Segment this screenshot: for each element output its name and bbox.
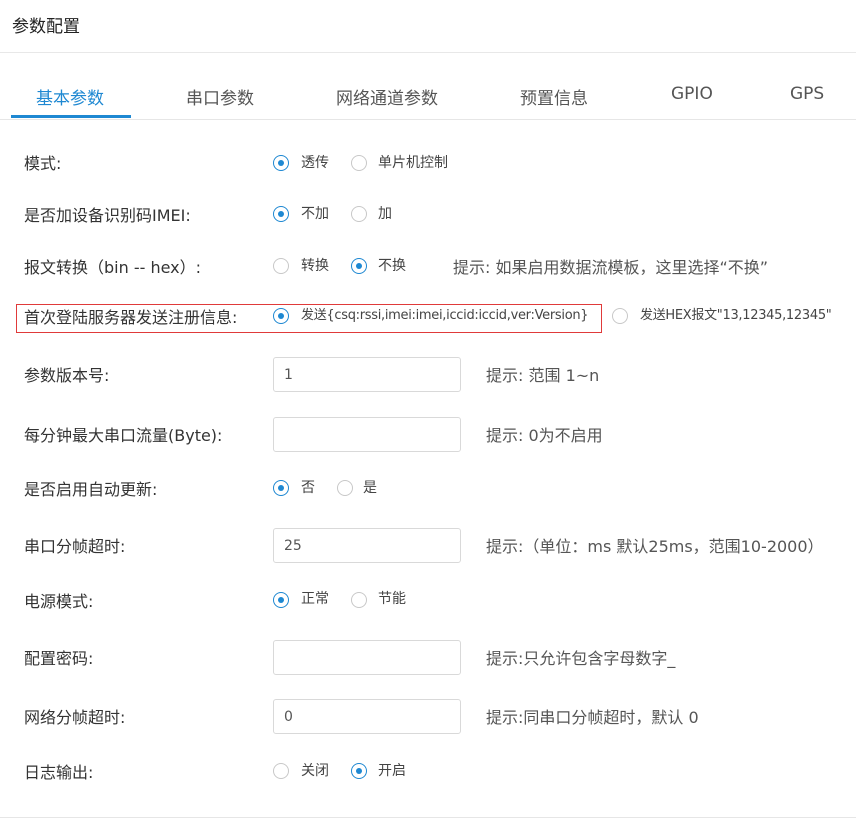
tab-gpio[interactable]: GPIO <box>671 84 713 104</box>
register-label: 首次登陆服务器发送注册信息: <box>24 308 238 327</box>
imei-no-label[interactable]: 不加 <box>301 205 329 223</box>
log-off-label[interactable]: 关闭 <box>301 762 329 780</box>
title-divider <box>0 52 856 53</box>
mode-row: 模式: 透传 单片机控制 <box>0 146 856 182</box>
net-timeout-row: 网络分帧超时: 提示:同串口分帧超时，默认 0 <box>0 699 856 735</box>
flow-input[interactable] <box>273 417 461 452</box>
imei-label: 是否加设备识别码IMEI: <box>24 206 191 225</box>
password-label: 配置密码: <box>24 649 94 668</box>
tabs-divider <box>0 119 856 120</box>
power-saving-label[interactable]: 节能 <box>378 590 406 608</box>
log-off-radio[interactable] <box>273 763 289 779</box>
password-input[interactable] <box>273 640 461 675</box>
log-label: 日志输出: <box>24 763 94 782</box>
net-timeout-label: 网络分帧超时: <box>24 708 126 727</box>
log-row: 日志输出: 关闭 开启 <box>0 755 856 791</box>
power-row: 电源模式: 正常 节能 <box>0 584 856 620</box>
tab-basic-params[interactable]: 基本参数 <box>36 84 104 109</box>
power-label: 电源模式: <box>24 592 94 611</box>
version-label: 参数版本号: <box>24 366 110 385</box>
mode-passthrough-label[interactable]: 透传 <box>301 154 329 172</box>
mode-mcu-radio[interactable] <box>351 155 367 171</box>
active-tab-indicator <box>11 115 131 118</box>
bottom-divider <box>0 817 856 818</box>
convert-label: 报文转换（bin -- hex）: <box>24 258 202 277</box>
imei-no-radio[interactable] <box>273 206 289 222</box>
flow-row: 每分钟最大串口流量(Byte): 提示: 0为不启用 <box>0 417 856 453</box>
power-normal-radio[interactable] <box>273 592 289 608</box>
flow-label: 每分钟最大串口流量(Byte): <box>24 426 223 445</box>
tab-gps[interactable]: GPS <box>790 84 824 104</box>
autoupdate-yes-label[interactable]: 是 <box>363 479 377 497</box>
mode-passthrough-radio[interactable] <box>273 155 289 171</box>
uart-timeout-row: 串口分帧超时: 提示:（单位：ms 默认25ms，范围10-2000） <box>0 528 856 564</box>
imei-row: 是否加设备识别码IMEI: 不加 加 <box>0 197 856 233</box>
uart-timeout-input[interactable] <box>273 528 461 563</box>
register-row: 首次登陆服务器发送注册信息: 发送{csq:rssi,imei:imei,icc… <box>0 300 856 336</box>
tab-bar: 基本参数 串口参数 网络通道参数 预置信息 GPIO GPS <box>0 84 856 119</box>
autoupdate-label: 是否启用自动更新: <box>24 480 158 499</box>
autoupdate-row: 是否启用自动更新: 否 是 <box>0 471 856 507</box>
autoupdate-no-label[interactable]: 否 <box>301 479 315 497</box>
uart-timeout-hint: 提示:（单位：ms 默认25ms，范围10-2000） <box>486 537 824 556</box>
page-title: 参数配置 <box>12 17 80 37</box>
register-send-json-radio[interactable] <box>273 308 289 324</box>
convert-yes-label[interactable]: 转换 <box>301 257 329 275</box>
convert-hint: 提示: 如果启用数据流模板，这里选择“不换” <box>453 258 769 277</box>
flow-hint: 提示: 0为不启用 <box>486 426 603 445</box>
power-saving-radio[interactable] <box>351 592 367 608</box>
net-timeout-hint: 提示:同串口分帧超时，默认 0 <box>486 708 699 727</box>
autoupdate-no-radio[interactable] <box>273 480 289 496</box>
tab-preset-info[interactable]: 预置信息 <box>520 84 588 109</box>
convert-yes-radio[interactable] <box>273 258 289 274</box>
register-send-hex-radio[interactable] <box>612 308 628 324</box>
version-row: 参数版本号: 提示: 范围 1~n <box>0 357 856 393</box>
power-normal-label[interactable]: 正常 <box>301 590 329 608</box>
net-timeout-input[interactable] <box>273 699 461 734</box>
register-send-json-label[interactable]: 发送{csq:rssi,imei:imei,iccid:iccid,ver:Ve… <box>301 307 589 325</box>
convert-row: 报文转换（bin -- hex）: 转换 不换 提示: 如果启用数据流模板，这里… <box>0 250 856 286</box>
uart-timeout-label: 串口分帧超时: <box>24 537 126 556</box>
version-input[interactable] <box>273 357 461 392</box>
log-on-radio[interactable] <box>351 763 367 779</box>
mode-mcu-label[interactable]: 单片机控制 <box>378 154 448 172</box>
convert-no-radio[interactable] <box>351 258 367 274</box>
log-on-label[interactable]: 开启 <box>378 762 406 780</box>
password-hint: 提示:只允许包含字母数字_ <box>486 649 676 668</box>
version-hint: 提示: 范围 1~n <box>486 366 600 385</box>
convert-no-label[interactable]: 不换 <box>378 257 406 275</box>
imei-yes-radio[interactable] <box>351 206 367 222</box>
imei-yes-label[interactable]: 加 <box>378 205 392 223</box>
password-row: 配置密码: 提示:只允许包含字母数字_ <box>0 640 856 676</box>
tab-network-channel-params[interactable]: 网络通道参数 <box>336 84 438 109</box>
register-send-hex-label[interactable]: 发送HEX报文"13,12345,12345" <box>640 307 832 325</box>
autoupdate-yes-radio[interactable] <box>337 480 353 496</box>
mode-label: 模式: <box>24 154 62 173</box>
tab-serial-params[interactable]: 串口参数 <box>186 84 254 109</box>
